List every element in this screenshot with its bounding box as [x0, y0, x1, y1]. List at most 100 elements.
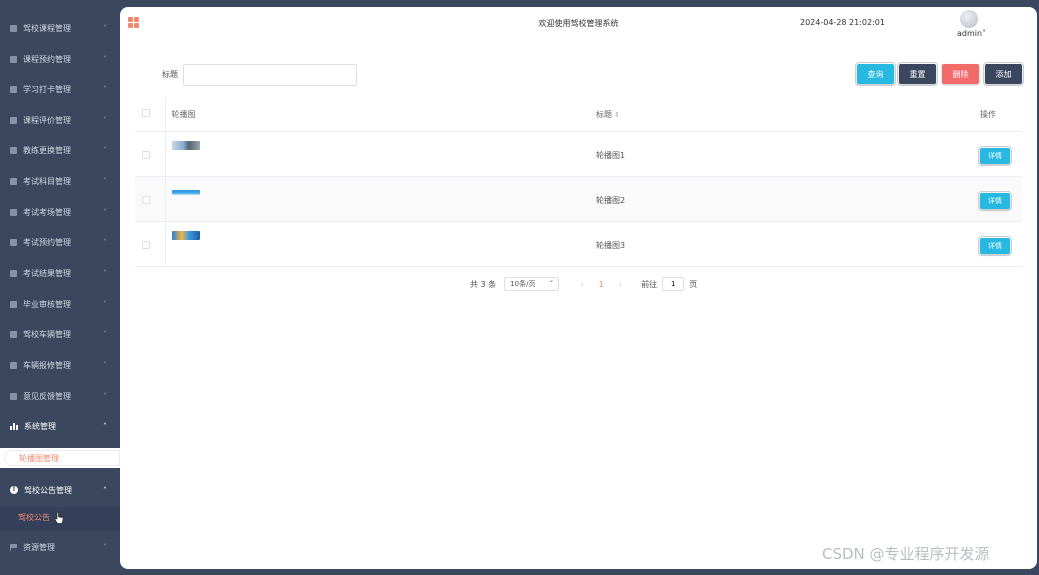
- chevron-down-icon: ˅: [103, 115, 107, 125]
- title-search-input[interactable]: [183, 64, 357, 86]
- menu-item-icon: [10, 85, 17, 93]
- row-title-cell: 轮播图3: [590, 221, 980, 267]
- header-bar: 欢迎使用驾校管理系统 2024-04-28 21:02:01 admin˅: [120, 7, 1037, 41]
- header-title-label: 标题: [596, 109, 612, 119]
- row-title: 轮播图2: [596, 195, 626, 205]
- row-image-cell: [165, 221, 590, 267]
- select-all-checkbox[interactable]: [142, 109, 150, 118]
- detail-button[interactable]: 详情: [978, 190, 1012, 211]
- row-operation-cell: 详情: [978, 131, 1022, 177]
- reset-button[interactable]: 重置: [897, 62, 938, 86]
- menu-item-icon: [10, 361, 17, 369]
- sidebar-item-label: 考试预约管理: [23, 237, 71, 247]
- sidebar-item-system[interactable]: 系统管理 ˄: [0, 414, 120, 438]
- sidebar-item-2[interactable]: 学习打卡管理 ˅: [0, 77, 120, 101]
- search-label: 标题: [162, 70, 178, 79]
- header-title[interactable]: 标题 ⇕: [590, 98, 980, 132]
- sidebar-item-1[interactable]: 课程预约管理 ˅: [0, 47, 120, 71]
- menu-item-icon: [10, 208, 17, 216]
- sidebar-item-label: 考试结果管理: [23, 268, 71, 278]
- chevron-down-icon: ˅: [103, 391, 107, 401]
- sidebar-item-label: 驾校公告管理: [24, 485, 72, 495]
- menu-item-icon: [10, 300, 17, 308]
- row-checkbox[interactable]: [142, 240, 150, 249]
- page-size-value: 10条/页: [510, 280, 536, 288]
- sidebar-item-label: 驾校课程管理: [23, 23, 71, 33]
- page-size-select[interactable]: 10条/页 ˅: [504, 277, 560, 291]
- chevron-up-icon: ˄: [103, 421, 107, 431]
- sidebar-item-8[interactable]: 考试结果管理 ˅: [0, 261, 120, 285]
- row-title-cell: 轮播图1: [590, 131, 980, 177]
- menu-item-icon: [10, 24, 17, 32]
- prev-page-icon[interactable]: ‹: [575, 280, 589, 289]
- menu-item-icon: [10, 330, 17, 338]
- sidebar-subitem-carousel[interactable]: 轮播图管理: [4, 450, 120, 466]
- user-menu[interactable]: admin˅: [957, 29, 986, 38]
- row-operation-cell: 详情: [978, 176, 1022, 222]
- sidebar: 驾校课程管理 ˅ 课程预约管理 ˅ 学习打卡管理 ˅ 课程评价管理 ˅ 教练更换管理 ˅ 考试科目管…: [0, 0, 120, 575]
- watermark: CSDN @专业程序开发源: [822, 545, 990, 563]
- menu-item-icon: [10, 177, 17, 185]
- jump-page-input[interactable]: [662, 277, 685, 291]
- sidebar-item-label: 毕业审核管理: [23, 299, 71, 309]
- row-image-cell: [165, 131, 590, 177]
- avatar[interactable]: [960, 10, 978, 28]
- sidebar-item-7[interactable]: 考试预约管理 ˅: [0, 230, 120, 254]
- chevron-down-icon: ˅: [549, 280, 554, 288]
- next-page-icon[interactable]: ›: [613, 280, 627, 289]
- carousel-thumbnail[interactable]: [171, 189, 200, 195]
- sidebar-subitem-label: 驾校公告: [18, 513, 50, 522]
- sidebar-item-5[interactable]: 考试科目管理 ˅: [0, 169, 120, 193]
- menu-item-icon: [10, 392, 17, 400]
- sidebar-item-label: 资源管理: [23, 542, 55, 552]
- chevron-down-icon: ˅: [103, 145, 107, 155]
- query-button[interactable]: 查询: [855, 62, 896, 86]
- main-panel: 欢迎使用驾校管理系统 2024-04-28 21:02:01 admin˅ 标题…: [120, 7, 1037, 569]
- carousel-thumbnail[interactable]: [171, 230, 200, 240]
- sidebar-item-3[interactable]: 课程评价管理 ˅: [0, 108, 120, 132]
- sidebar-item-label: 系统管理: [24, 421, 56, 431]
- delete-button[interactable]: 删除: [942, 64, 979, 84]
- row-select-cell: [135, 221, 166, 267]
- chevron-down-icon: ˅: [103, 54, 107, 64]
- row-checkbox[interactable]: [142, 150, 150, 159]
- chevron-up-icon: ˄: [103, 485, 107, 495]
- jump-label: 前往: [641, 279, 658, 289]
- table-header-row: 轮播图 标题 ⇕ 操作: [135, 98, 1022, 132]
- sidebar-item-12[interactable]: 意见反馈管理 ˅: [0, 384, 120, 408]
- sidebar-item-10[interactable]: 驾校车辆管理 ˅: [0, 322, 120, 346]
- sidebar-item-label: 驾校车辆管理: [23, 329, 71, 339]
- sidebar-item-resources[interactable]: 资源管理 ˅: [0, 535, 120, 559]
- carousel-thumbnail[interactable]: [171, 140, 200, 150]
- info-icon: [10, 485, 18, 494]
- add-button[interactable]: 添加: [983, 62, 1024, 86]
- chevron-down-icon: ˅: [103, 360, 107, 370]
- sidebar-item-6[interactable]: 考试考场管理 ˅: [0, 200, 120, 224]
- welcome-title: 欢迎使用驾校管理系统: [538, 19, 619, 28]
- page-number-current[interactable]: 1: [593, 280, 609, 289]
- sidebar-item-11[interactable]: 车辆报修管理 ˅: [0, 353, 120, 377]
- pointer-cursor-icon: [54, 511, 64, 524]
- sidebar-item-9[interactable]: 毕业审核管理 ˅: [0, 292, 120, 316]
- row-title: 轮播图1: [596, 150, 626, 160]
- sort-icon[interactable]: ⇕: [614, 111, 620, 119]
- sidebar-item-0[interactable]: 驾校课程管理 ˅: [0, 16, 120, 40]
- pagination: 共 3 条 10条/页 ˅ ‹ 1 › 前往 页: [470, 277, 697, 291]
- total-count: 共 3 条: [470, 279, 497, 289]
- sidebar-item-label: 教练更换管理: [23, 145, 71, 155]
- sidebar-item-label: 考试考场管理: [23, 207, 71, 217]
- row-select-cell: [135, 176, 166, 222]
- menu-item-icon: [10, 116, 17, 124]
- sidebar-subitem-notice[interactable]: 驾校公告: [18, 512, 50, 523]
- row-checkbox[interactable]: [142, 195, 150, 204]
- sidebar-item-4[interactable]: 教练更换管理 ˅: [0, 138, 120, 162]
- carousel-table: 轮播图 标题 ⇕ 操作 轮播图1 详情 轮播图2 详情 轮播图3 详情: [135, 98, 1022, 267]
- header-operation: 操作: [980, 98, 1022, 132]
- detail-button[interactable]: 详情: [978, 235, 1012, 256]
- current-datetime: 2024-04-28 21:02:01: [800, 18, 885, 27]
- sidebar-item-notice[interactable]: 驾校公告管理 ˄: [0, 478, 120, 502]
- table-row: 轮播图3 详情: [135, 221, 1022, 267]
- chevron-down-icon: ˅: [103, 207, 107, 217]
- menu-item-icon: [10, 238, 17, 246]
- detail-button[interactable]: 详情: [978, 145, 1012, 166]
